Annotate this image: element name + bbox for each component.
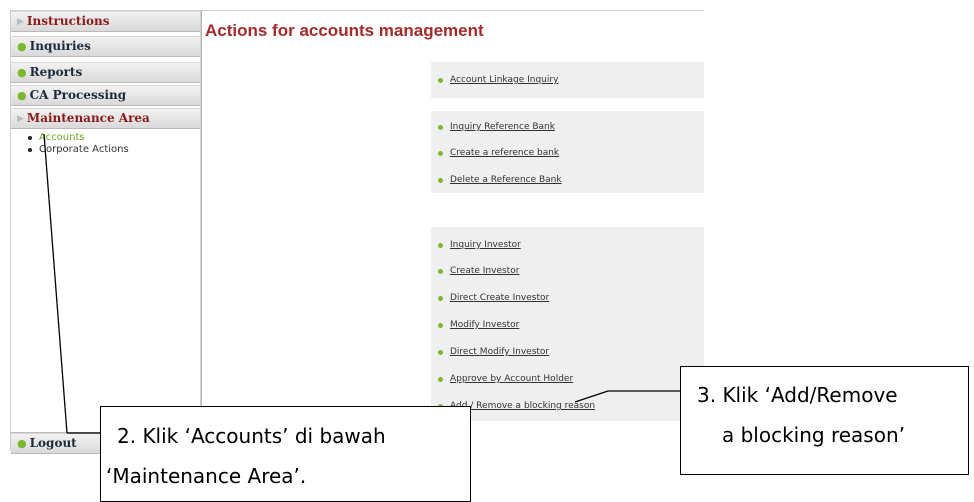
annotation-line-blocking [574,390,609,403]
callout-step-2: 2. Klik ‘Accounts’ di bawah ‘Maintenance… [100,406,471,502]
callout-step-2-line2: ‘Maintenance Area’. [106,464,307,488]
callout-step-2-line1: 2. Klik ‘Accounts’ di bawah [117,424,386,448]
annotation-line-accounts [43,133,68,434]
callout-step-3-line2: a blocking reason’ [722,423,905,447]
callout-step-3: 3. Klik ‘Add/Remove a blocking reason’ [680,366,969,475]
callout-step-3-line1: 3. Klik ‘Add/Remove [697,383,898,407]
